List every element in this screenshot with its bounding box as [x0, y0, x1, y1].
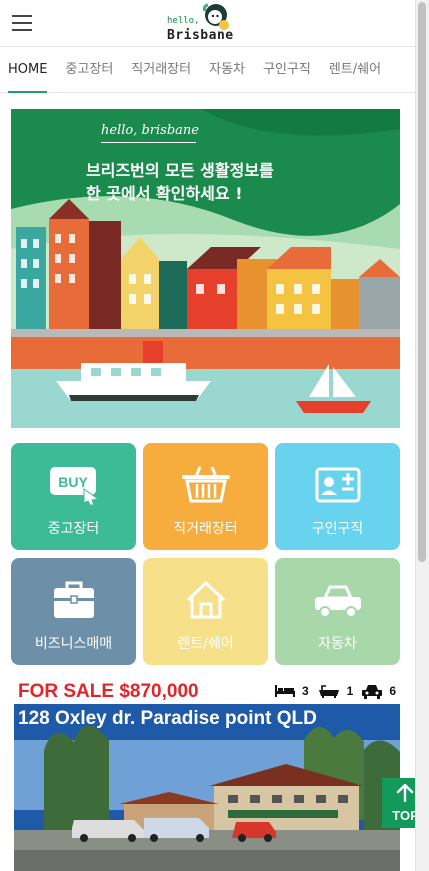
scrollbar-thumb[interactable]: [418, 2, 426, 562]
basket-icon: [181, 466, 230, 503]
tab-direct-market[interactable]: 직거래장터: [131, 47, 191, 93]
banner-divider: [101, 142, 196, 143]
banner-hello-text: hello, brisbane: [101, 123, 199, 138]
logo[interactable]: hello, Brisbane: [167, 2, 239, 44]
category-jobs[interactable]: 구인구직: [275, 443, 400, 550]
tab-jobs[interactable]: 구인구직: [263, 47, 311, 93]
briefcase-icon: [53, 581, 94, 618]
beds-count: 3: [301, 684, 309, 698]
logo-small-text: hello,: [167, 16, 200, 26]
scroll-top-button[interactable]: TOP: [382, 778, 415, 828]
category-direct-market[interactable]: 직거래장터: [143, 443, 268, 550]
svg-text:BUY: BUY: [58, 474, 88, 490]
menu-icon[interactable]: [12, 15, 32, 32]
header: hello, Brisbane: [0, 0, 415, 47]
listing-banner[interactable]: FOR SALE $870,000 3 1 6 128 Oxley dr. Pa…: [14, 680, 400, 871]
category-label: 직거래장터: [173, 521, 238, 537]
listing-header-strip: FOR SALE $870,000 3 1 6: [14, 680, 400, 704]
category-label: 구인구직: [311, 521, 364, 537]
house-icon: [186, 581, 225, 619]
banner-line-2: 한 곳에서 확인하세요 !: [86, 184, 243, 203]
banner-line-1: 브리즈번의 모든 생활정보를: [86, 161, 274, 180]
category-grid: BUY 중고장터 직거래장터 구인구직 비즈니스매매 렌트/쉐어 자동차: [11, 443, 400, 665]
category-label: 자동차: [318, 636, 357, 652]
scrollbar[interactable]: [415, 0, 429, 871]
banner-illustration: [11, 109, 400, 428]
feature-baths: 1: [317, 684, 354, 698]
banner-headline: 브리즈번의 모든 생활정보를 한 곳에서 확인하세요 !: [86, 159, 274, 205]
page: hello, Brisbane HOME 중고장터 직거래장터 자동차 구인구직…: [0, 0, 415, 871]
listing-address: 128 Oxley dr. Paradise point QLD: [18, 708, 317, 729]
car-park-icon: [362, 685, 383, 699]
category-cars[interactable]: 자동차: [275, 558, 400, 665]
category-business-sale[interactable]: 비즈니스매매: [11, 558, 136, 665]
bed-icon: [274, 685, 295, 697]
tab-home[interactable]: HOME: [8, 47, 48, 93]
tab-bar: HOME 중고장터 직거래장터 자동차 구인구직 렌트/쉐어: [0, 47, 415, 93]
buy-icon: BUY: [49, 467, 99, 505]
category-used-market[interactable]: BUY 중고장터: [11, 443, 136, 550]
scroll-top-label: TOP: [392, 808, 415, 823]
hero-banner[interactable]: hello, brisbane 브리즈번의 모든 생활정보를 한 곳에서 확인하…: [11, 109, 400, 428]
cars-count: 6: [389, 684, 396, 698]
feature-cars: 6: [361, 683, 396, 699]
bath-icon: [318, 685, 339, 698]
mascot-icon: [202, 3, 229, 30]
category-label: 렌트/쉐어: [177, 636, 234, 652]
listing-features: 3 1 6: [266, 683, 396, 699]
category-label: 비즈니스매매: [34, 636, 113, 652]
arrow-up-icon: [396, 784, 414, 802]
sale-price: FOR SALE $870,000: [18, 681, 199, 702]
tab-rent-share[interactable]: 렌트/쉐어: [329, 47, 381, 93]
category-label: 중고장터: [47, 521, 100, 537]
baths-count: 1: [346, 684, 354, 698]
id-card-icon: [315, 467, 360, 503]
tab-used-market[interactable]: 중고장터: [65, 47, 113, 93]
feature-beds: 3: [274, 684, 309, 698]
car-icon: [314, 585, 361, 618]
category-rent-share[interactable]: 렌트/쉐어: [143, 558, 268, 665]
tab-cars[interactable]: 자동차: [209, 47, 245, 93]
